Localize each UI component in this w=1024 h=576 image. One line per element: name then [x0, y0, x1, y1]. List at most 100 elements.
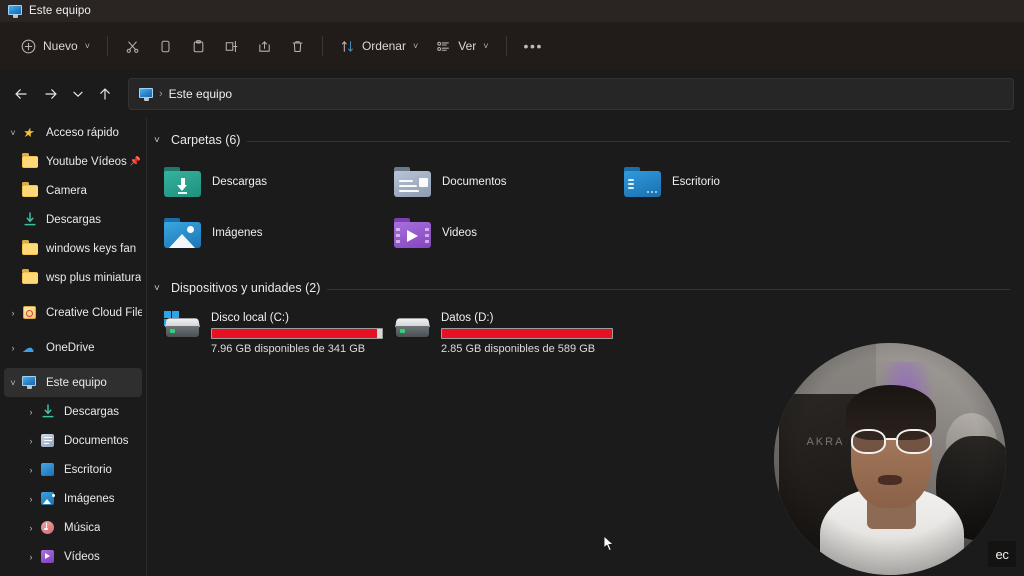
folder-item-documentos[interactable]: Documentos	[386, 156, 616, 207]
sidebar-item-youtube-videos[interactable]: Youtube Vídeos 📌	[4, 147, 142, 176]
folder-item-descargas[interactable]: Descargas	[156, 156, 386, 207]
trash-icon	[292, 40, 303, 52]
webcam-overlay: AKRA	[774, 343, 1006, 575]
folders-group-header[interactable]: ˅ Carpetas (6)	[148, 128, 1024, 152]
folder-icon	[22, 183, 40, 199]
sidebar-item-onedrive[interactable]: › ☁ OneDrive	[4, 333, 142, 362]
breadcrumb[interactable]: › Este equipo	[128, 78, 1014, 110]
sidebar-item-documentos[interactable]: › Documentos	[4, 426, 142, 455]
sidebar-item-label: Música	[64, 521, 101, 534]
share-button[interactable]	[248, 31, 281, 61]
folder-label: Escritorio	[672, 175, 720, 188]
sidebar-item-label: Camera	[46, 184, 87, 197]
ellipsis-icon: •••	[523, 38, 544, 54]
forward-button[interactable]	[36, 79, 66, 109]
sidebar-item-escritorio[interactable]: › Escritorio	[4, 455, 142, 484]
expander-icon[interactable]: ›	[22, 494, 40, 504]
sidebar-item-camera[interactable]: Camera	[4, 176, 142, 205]
downloads-folder-icon	[164, 166, 201, 197]
sidebar-item-label: Vídeos	[64, 550, 100, 563]
chevron-down-icon[interactable]: ˅	[154, 283, 164, 294]
sidebar-item-musica[interactable]: › Música	[4, 513, 142, 542]
arrow-right-icon	[45, 89, 57, 99]
toolbar-divider	[106, 36, 108, 56]
drive-capacity-text: 7.96 GB disponibles de 341 GB	[211, 343, 366, 355]
expander-icon[interactable]: ›	[22, 436, 40, 446]
sidebar-item-windows-keys-fan[interactable]: windows keys fan	[4, 234, 142, 263]
group-divider	[327, 288, 1010, 290]
monitor-icon	[8, 4, 22, 18]
folder-icon	[22, 241, 40, 257]
sidebar-item-imagenes[interactable]: › Imágenes	[4, 484, 142, 513]
scissors-icon	[126, 40, 139, 53]
drive-item-d[interactable]: Datos (D:) 2.85 GB disponibles de 589 GB	[386, 305, 616, 359]
breadcrumb-current: Este equipo	[168, 87, 233, 101]
folder-item-imagenes[interactable]: Imágenes	[156, 207, 386, 258]
expander-icon[interactable]: ˅	[4, 378, 22, 388]
rename-button[interactable]	[215, 31, 248, 61]
paste-button[interactable]	[182, 31, 215, 61]
sidebar-item-wsp-plus-miniatura[interactable]: wsp plus miniatura	[4, 263, 142, 292]
pin-icon: 📌	[129, 156, 142, 166]
more-options-button[interactable]: •••	[515, 31, 553, 61]
sidebar-item-videos[interactable]: › Vídeos	[4, 542, 142, 571]
expander-icon[interactable]: ›	[4, 343, 22, 353]
folder-label: Documentos	[442, 175, 507, 188]
sidebar-item-label: Escritorio	[64, 463, 112, 476]
arrow-left-icon	[15, 89, 27, 99]
folder-item-escritorio[interactable]: Escritorio	[616, 156, 846, 207]
sort-button[interactable]: Ordenar ˅	[331, 31, 427, 61]
toolbar-divider-2	[321, 36, 323, 56]
expander-icon[interactable]: ›	[4, 308, 22, 318]
folders-grid: Descargas Documentos Escritorio Imágenes…	[148, 152, 1024, 258]
expander-icon[interactable]: ›	[22, 523, 40, 533]
back-button[interactable]	[6, 79, 36, 109]
new-button[interactable]: Nuevo ˅	[12, 31, 99, 61]
sidebar-item-este-equipo[interactable]: ˅ Este equipo	[4, 368, 142, 397]
folder-icon	[22, 154, 40, 170]
drives-group-title: Dispositivos y unidades (2)	[171, 281, 321, 295]
drive-item-c[interactable]: Disco local (C:) 7.96 GB disponibles de …	[156, 305, 386, 359]
folder-item-videos[interactable]: Videos	[386, 207, 616, 258]
window-title: Este equipo	[29, 5, 91, 17]
expander-icon[interactable]: ›	[22, 465, 40, 475]
recent-locations-button[interactable]	[66, 79, 90, 109]
sidebar-item-label: Descargas	[46, 213, 101, 226]
folder-label: Descargas	[212, 175, 267, 188]
cut-button[interactable]	[116, 31, 149, 61]
download-icon	[40, 403, 58, 420]
chevron-down-icon[interactable]: ˅	[154, 135, 164, 146]
hard-drive-icon	[394, 311, 431, 341]
chevron-down-icon-sort: ˅	[412, 41, 419, 51]
address-bar: › Este equipo	[0, 70, 1024, 118]
folder-label: Imágenes	[212, 226, 263, 239]
breadcrumb-monitor-icon	[139, 87, 153, 101]
music-icon	[40, 520, 58, 536]
delete-button[interactable]	[281, 31, 314, 61]
sidebar-item-label: Imágenes	[64, 492, 115, 505]
expander-icon[interactable]: ˅	[4, 128, 22, 138]
drives-group-header[interactable]: ˅ Dispositivos y unidades (2)	[148, 276, 1024, 300]
download-icon	[22, 211, 40, 228]
navigation-pane[interactable]: ˅ ★ Acceso rápido Youtube Vídeos 📌 Camer…	[0, 118, 147, 576]
sidebar-item-descargas-quick[interactable]: Descargas	[4, 205, 142, 234]
documents-folder-icon	[394, 166, 431, 197]
windows-drive-icon	[164, 311, 201, 341]
copy-button[interactable]	[149, 31, 182, 61]
up-button[interactable]	[90, 79, 120, 109]
group-divider	[247, 140, 1010, 142]
expander-icon[interactable]: ›	[22, 552, 40, 562]
sidebar-item-descargas[interactable]: › Descargas	[4, 397, 142, 426]
plus-circle-icon	[21, 39, 36, 53]
expander-icon[interactable]: ›	[22, 407, 40, 417]
desktop-folder-icon	[624, 166, 661, 197]
view-button[interactable]: Ver ˅	[427, 31, 497, 61]
new-button-label: Nuevo	[43, 39, 78, 53]
sidebar-item-label: wsp plus miniatura	[46, 271, 142, 284]
chevron-down-icon-view: ˅	[483, 41, 489, 51]
sidebar-item-label: Descargas	[64, 405, 119, 418]
sidebar-item-creative-cloud-files[interactable]: › Creative Cloud Files	[4, 298, 142, 327]
sidebar-item-acceso-rapido[interactable]: ˅ ★ Acceso rápido	[4, 118, 142, 147]
drive-usage-bar	[211, 328, 383, 339]
pictures-icon	[40, 491, 58, 507]
